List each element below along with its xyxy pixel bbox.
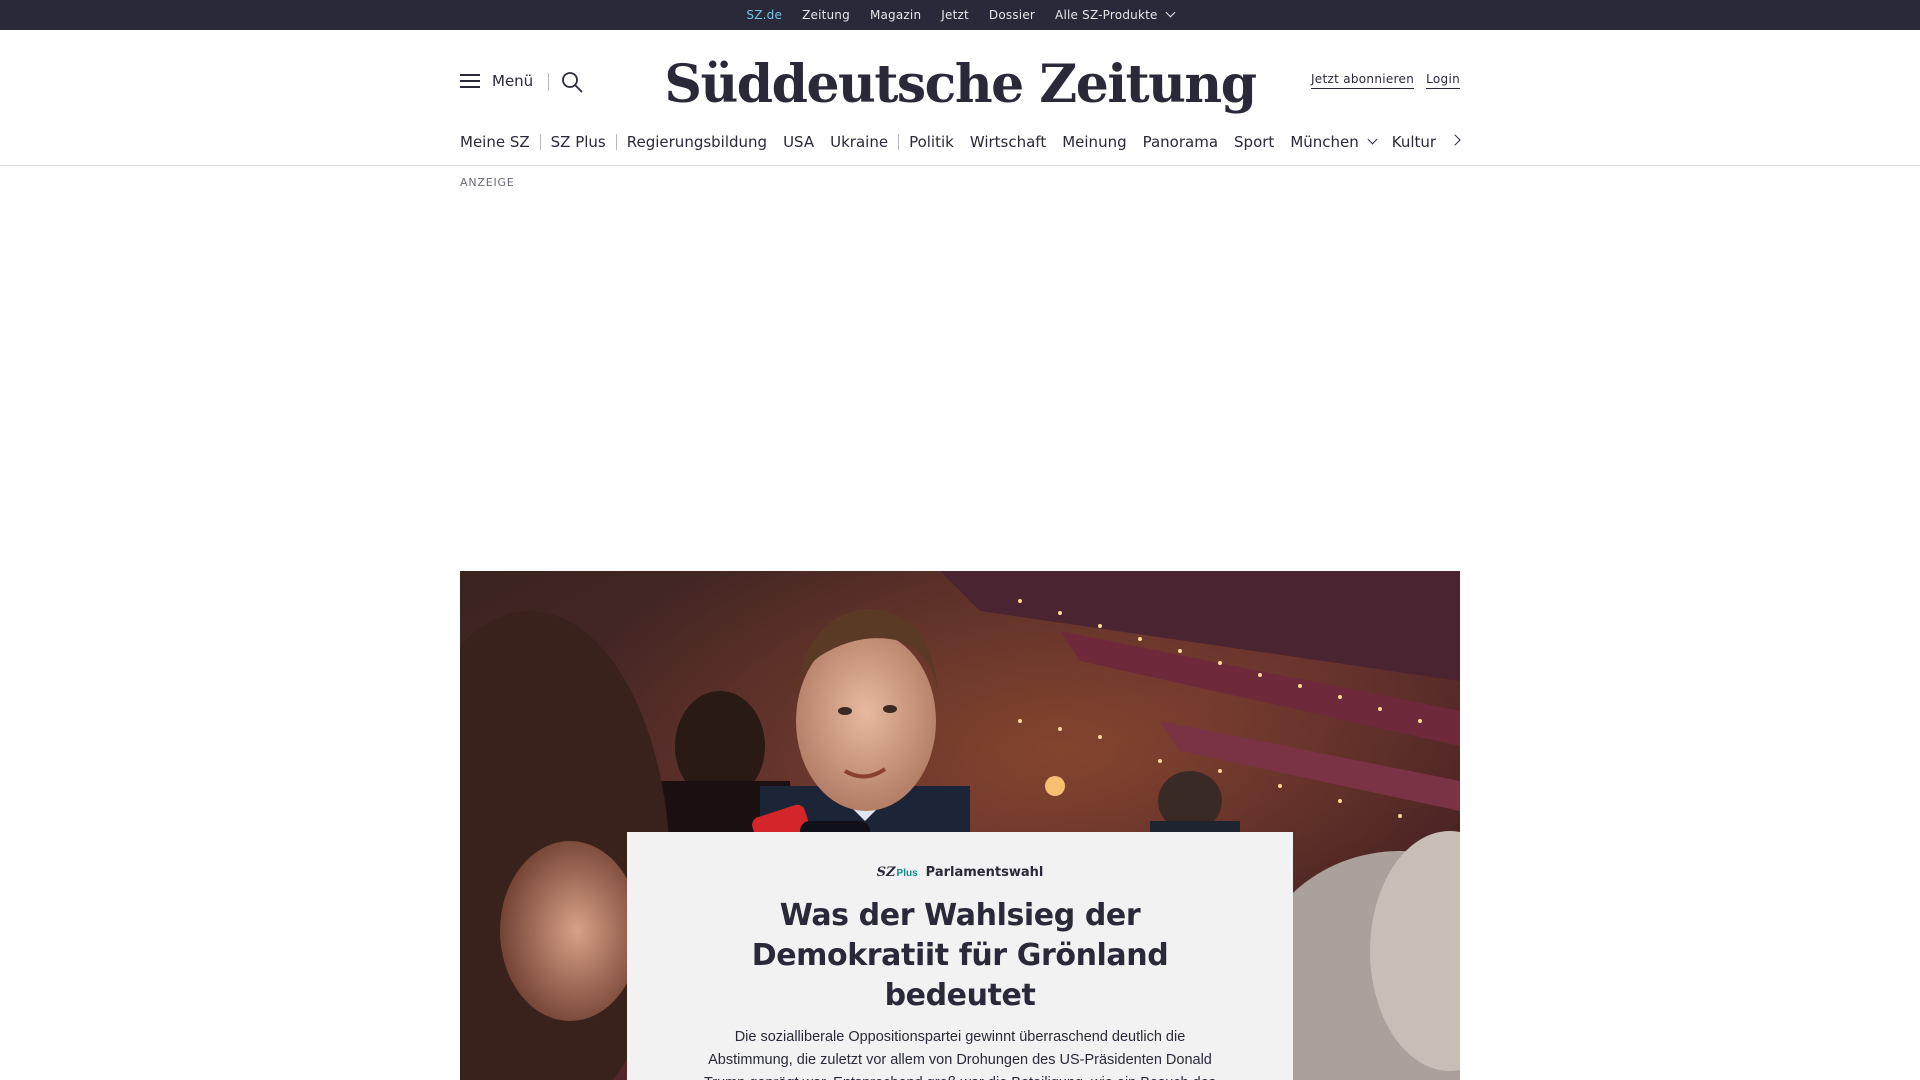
nav-item-regierungsbildung[interactable]: Regierungsbildung xyxy=(627,133,767,151)
nav-item-label: Wirtschaft xyxy=(969,133,1047,151)
site-header: Menü Süddeutsche Zeitung Jetzt abonniere… xyxy=(0,30,1920,166)
nav-item-ukraine[interactable]: Ukraine xyxy=(830,133,888,151)
article-kicker: SZPlus Parlamentswahl xyxy=(627,865,1293,880)
account-links: Jetzt abonnieren Login xyxy=(1310,72,1460,89)
article-summary: Die sozialliberale Oppositionspartei gew… xyxy=(704,1029,1216,1080)
nav-item-panorama[interactable]: Panorama xyxy=(1143,133,1218,151)
product-link-magazin[interactable]: Magazin xyxy=(860,8,931,22)
nav-item-meinung[interactable]: Meinung xyxy=(1062,133,1126,151)
article-headline[interactable]: Was der Wahlsieg der Demokratiit für Grö… xyxy=(680,896,1240,1016)
product-link-dossier[interactable]: Dossier xyxy=(979,8,1045,22)
nav-item-wirtschaft[interactable]: Wirtschaft xyxy=(970,133,1046,151)
nav-item-label: München xyxy=(1290,133,1359,151)
menu-label: Menü xyxy=(492,72,534,90)
nav-item-label: USA xyxy=(783,133,815,151)
sz-plus-badge-sz: SZ xyxy=(876,865,896,880)
nav-divider xyxy=(539,134,541,150)
header-divider xyxy=(548,73,549,91)
nav-item-label: Ukraine xyxy=(830,133,889,151)
product-link-all-products[interactable]: Alle SZ-Produkte xyxy=(1045,7,1184,22)
chevron-down-icon xyxy=(1165,7,1176,18)
nav-item-meine-sz[interactable]: Meine SZ xyxy=(460,133,530,151)
ad-slot[interactable] xyxy=(460,196,1460,556)
nav-item-label: Regierungsbildung xyxy=(626,133,768,151)
nav-item-sz-plus[interactable]: SZ Plus xyxy=(551,133,606,151)
nav-divider xyxy=(898,134,900,150)
menu-button[interactable]: Menü xyxy=(460,72,533,90)
product-link-jetzt[interactable]: Jetzt xyxy=(931,8,979,22)
login-link[interactable]: Login xyxy=(1426,72,1460,89)
sz-plus-badge-plus: Plus xyxy=(896,868,918,879)
sz-plus-badge: SZPlus xyxy=(877,865,918,880)
nav-item-politik[interactable]: Politik xyxy=(909,133,954,151)
search-icon[interactable] xyxy=(561,71,583,93)
ad-label: ANZEIGE xyxy=(460,176,515,189)
hamburger-icon xyxy=(460,73,480,89)
nav-item-label: Panorama xyxy=(1142,133,1219,151)
nav-item-label: Kultur xyxy=(1391,133,1437,151)
product-link-sz-de[interactable]: SZ.de xyxy=(736,8,792,32)
product-bar: SZ.de Zeitung Magazin Jetzt Dossier Alle… xyxy=(0,0,1920,32)
nav-item-label: SZ Plus xyxy=(550,133,606,151)
all-products-label: Alle SZ-Produkte xyxy=(1055,8,1158,22)
product-link-zeitung[interactable]: Zeitung xyxy=(792,8,860,22)
nav-item-sport[interactable]: Sport xyxy=(1234,133,1274,151)
nav-item-kultur[interactable]: Kultur xyxy=(1392,133,1436,151)
nav-item-label: Meine SZ xyxy=(460,133,530,151)
nav-item-label: Sport xyxy=(1234,133,1275,151)
nav-item-label: Politik xyxy=(909,133,954,151)
subscribe-link[interactable]: Jetzt abonnieren xyxy=(1310,72,1415,89)
site-logo[interactable]: Süddeutsche Zeitung xyxy=(664,44,1257,124)
nav-item-label: Meinung xyxy=(1062,133,1127,151)
kicker-label: Parlamentswahl xyxy=(925,865,1044,880)
article-teaser[interactable]: SZPlus Parlamentswahl Was der Wahlsieg d… xyxy=(627,832,1293,1080)
chevron-down-icon xyxy=(1367,134,1378,144)
nav-divider xyxy=(615,134,617,150)
main-navigation: Meine SZ SZ Plus Regierungsbildung USA U… xyxy=(460,130,1460,154)
product-links: SZ.de Zeitung Magazin Jetzt Dossier Alle… xyxy=(0,0,1920,32)
chevron-right-icon[interactable] xyxy=(1451,134,1463,146)
nav-item-usa[interactable]: USA xyxy=(783,133,814,151)
nav-item-muenchen[interactable]: München xyxy=(1290,133,1378,151)
